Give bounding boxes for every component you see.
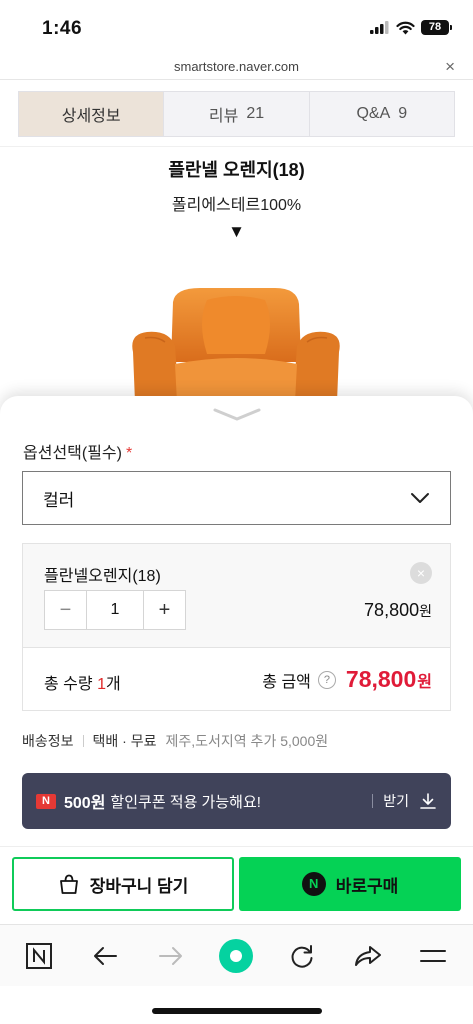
total-row: 총 수량 1개 총 금액 ? 78,800 원	[23, 648, 450, 712]
select-value: 컬러	[43, 490, 75, 510]
color-select[interactable]: 컬러	[22, 471, 451, 525]
naver-badge-icon: N	[36, 793, 56, 809]
coupon-get-label[interactable]: 받기	[383, 791, 409, 811]
total-amount-unit: 원	[417, 673, 432, 691]
detail-tabs: 상세정보 리뷰 21 Q&A 9	[18, 91, 455, 137]
close-icon[interactable]: ×	[445, 57, 455, 77]
coupon-divider	[372, 794, 374, 808]
battery-icon: 78	[421, 20, 452, 35]
page: 1:46 78 smartstore.naver.com × 상세정보 리뷰 2…	[0, 0, 473, 1024]
tab-label: 상세정보	[61, 108, 121, 125]
tab-qna[interactable]: Q&A 9	[309, 92, 454, 136]
remove-item-icon[interactable]: ×	[410, 562, 432, 584]
status-icons: 78	[370, 20, 452, 35]
item-price-unit: 원	[419, 603, 432, 619]
add-to-cart-button[interactable]: 장바구니 담기	[12, 857, 234, 911]
tab-count: 21	[246, 105, 265, 122]
home-indicator[interactable]	[152, 1008, 322, 1014]
browser-toolbar	[0, 924, 473, 986]
detail-title: 플란넬 오렌지(18)	[168, 160, 305, 180]
option-sheet: 옵션선택(필수) * 컬러 플란넬오렌지(18) × − 1 + 78,800원 …	[0, 396, 473, 846]
refresh-icon[interactable]	[283, 937, 321, 975]
total-amount-label: 총 금액	[262, 673, 311, 691]
total-amount-value: 78,800	[345, 666, 417, 692]
share-icon[interactable]	[349, 937, 387, 975]
detail-subtitle: 폴리에스테르100%	[171, 197, 302, 214]
download-icon[interactable]	[419, 792, 437, 810]
chevron-down-icon	[411, 493, 429, 503]
buy-label: 바로구매	[335, 876, 399, 896]
shipping-divider	[82, 735, 84, 747]
status-time: 1:46	[42, 18, 83, 39]
help-icon[interactable]: ?	[317, 670, 336, 689]
total-quantity: 총 수량 1개	[44, 670, 121, 694]
increase-button[interactable]: +	[144, 591, 185, 629]
signal-icon	[370, 21, 389, 34]
selected-item-name: 플란넬오렌지(18)	[44, 568, 161, 585]
decrease-button[interactable]: −	[45, 591, 86, 629]
selected-item-box: 플란넬오렌지(18) × − 1 + 78,800원 총 수량 1개 총 금액 …	[22, 543, 451, 711]
green-dot-home-icon[interactable]	[217, 937, 255, 975]
total-qty-prefix: 총 수량	[44, 676, 98, 693]
option-label: 옵션선택(필수) *	[23, 439, 132, 463]
selected-item-row: 플란넬오렌지(18) × − 1 + 78,800원	[23, 544, 450, 648]
item-price-value: 78,800	[364, 600, 420, 620]
divider	[0, 146, 473, 147]
shipping-info: 배송정보 택배 · 무료 제주,도서지역 추가 5,000원	[22, 731, 328, 751]
back-arrow-icon[interactable]	[86, 937, 124, 975]
collapse-handle-icon[interactable]	[211, 406, 263, 422]
coupon-amount: 500원	[64, 795, 106, 812]
shipping-extra: 제주,도서지역 추가 5,000원	[165, 733, 329, 749]
url-text[interactable]: smartstore.naver.com	[0, 59, 473, 74]
option-label-text: 옵션선택(필수)	[23, 445, 122, 462]
tab-label: 리뷰	[208, 108, 239, 125]
quantity-stepper: − 1 +	[44, 590, 186, 630]
tab-reviews[interactable]: 리뷰 21	[164, 92, 310, 136]
url-bar[interactable]: smartstore.naver.com ×	[0, 56, 473, 80]
purchase-actions: 장바구니 담기 N 바로구매	[0, 846, 473, 924]
shopping-bag-icon	[59, 874, 78, 894]
tab-count: 9	[398, 105, 408, 122]
coupon-banner[interactable]: N 500원 할인쿠폰 적용 가능해요! 받기	[22, 773, 451, 829]
sofa-image	[132, 288, 340, 402]
quantity-input[interactable]: 1	[86, 591, 144, 629]
forward-arrow-icon[interactable]	[152, 937, 190, 975]
down-arrow-icon: ▼	[228, 222, 245, 241]
status-bar: 1:46 78	[0, 0, 473, 56]
naver-home-icon[interactable]	[20, 937, 58, 975]
npay-icon: N	[301, 872, 326, 896]
total-amount: 총 금액 ? 78,800 원	[262, 666, 432, 693]
item-price: 78,800원	[364, 600, 432, 621]
cart-label: 장바구니 담기	[89, 876, 189, 896]
wifi-icon	[396, 21, 415, 34]
required-mark: *	[125, 445, 133, 462]
shipping-method: 택배 · 무료	[92, 733, 157, 749]
total-qty-number: 1	[97, 676, 106, 693]
menu-icon[interactable]	[414, 937, 452, 975]
coupon-message: 할인쿠폰 적용 가능해요!	[110, 793, 261, 811]
buy-now-button[interactable]: N 바로구매	[239, 857, 461, 911]
shipping-label: 배송정보	[22, 733, 74, 749]
total-qty-suffix: 개	[105, 676, 121, 693]
tab-label: Q&A	[356, 105, 391, 122]
tab-detail-info[interactable]: 상세정보	[19, 92, 165, 136]
